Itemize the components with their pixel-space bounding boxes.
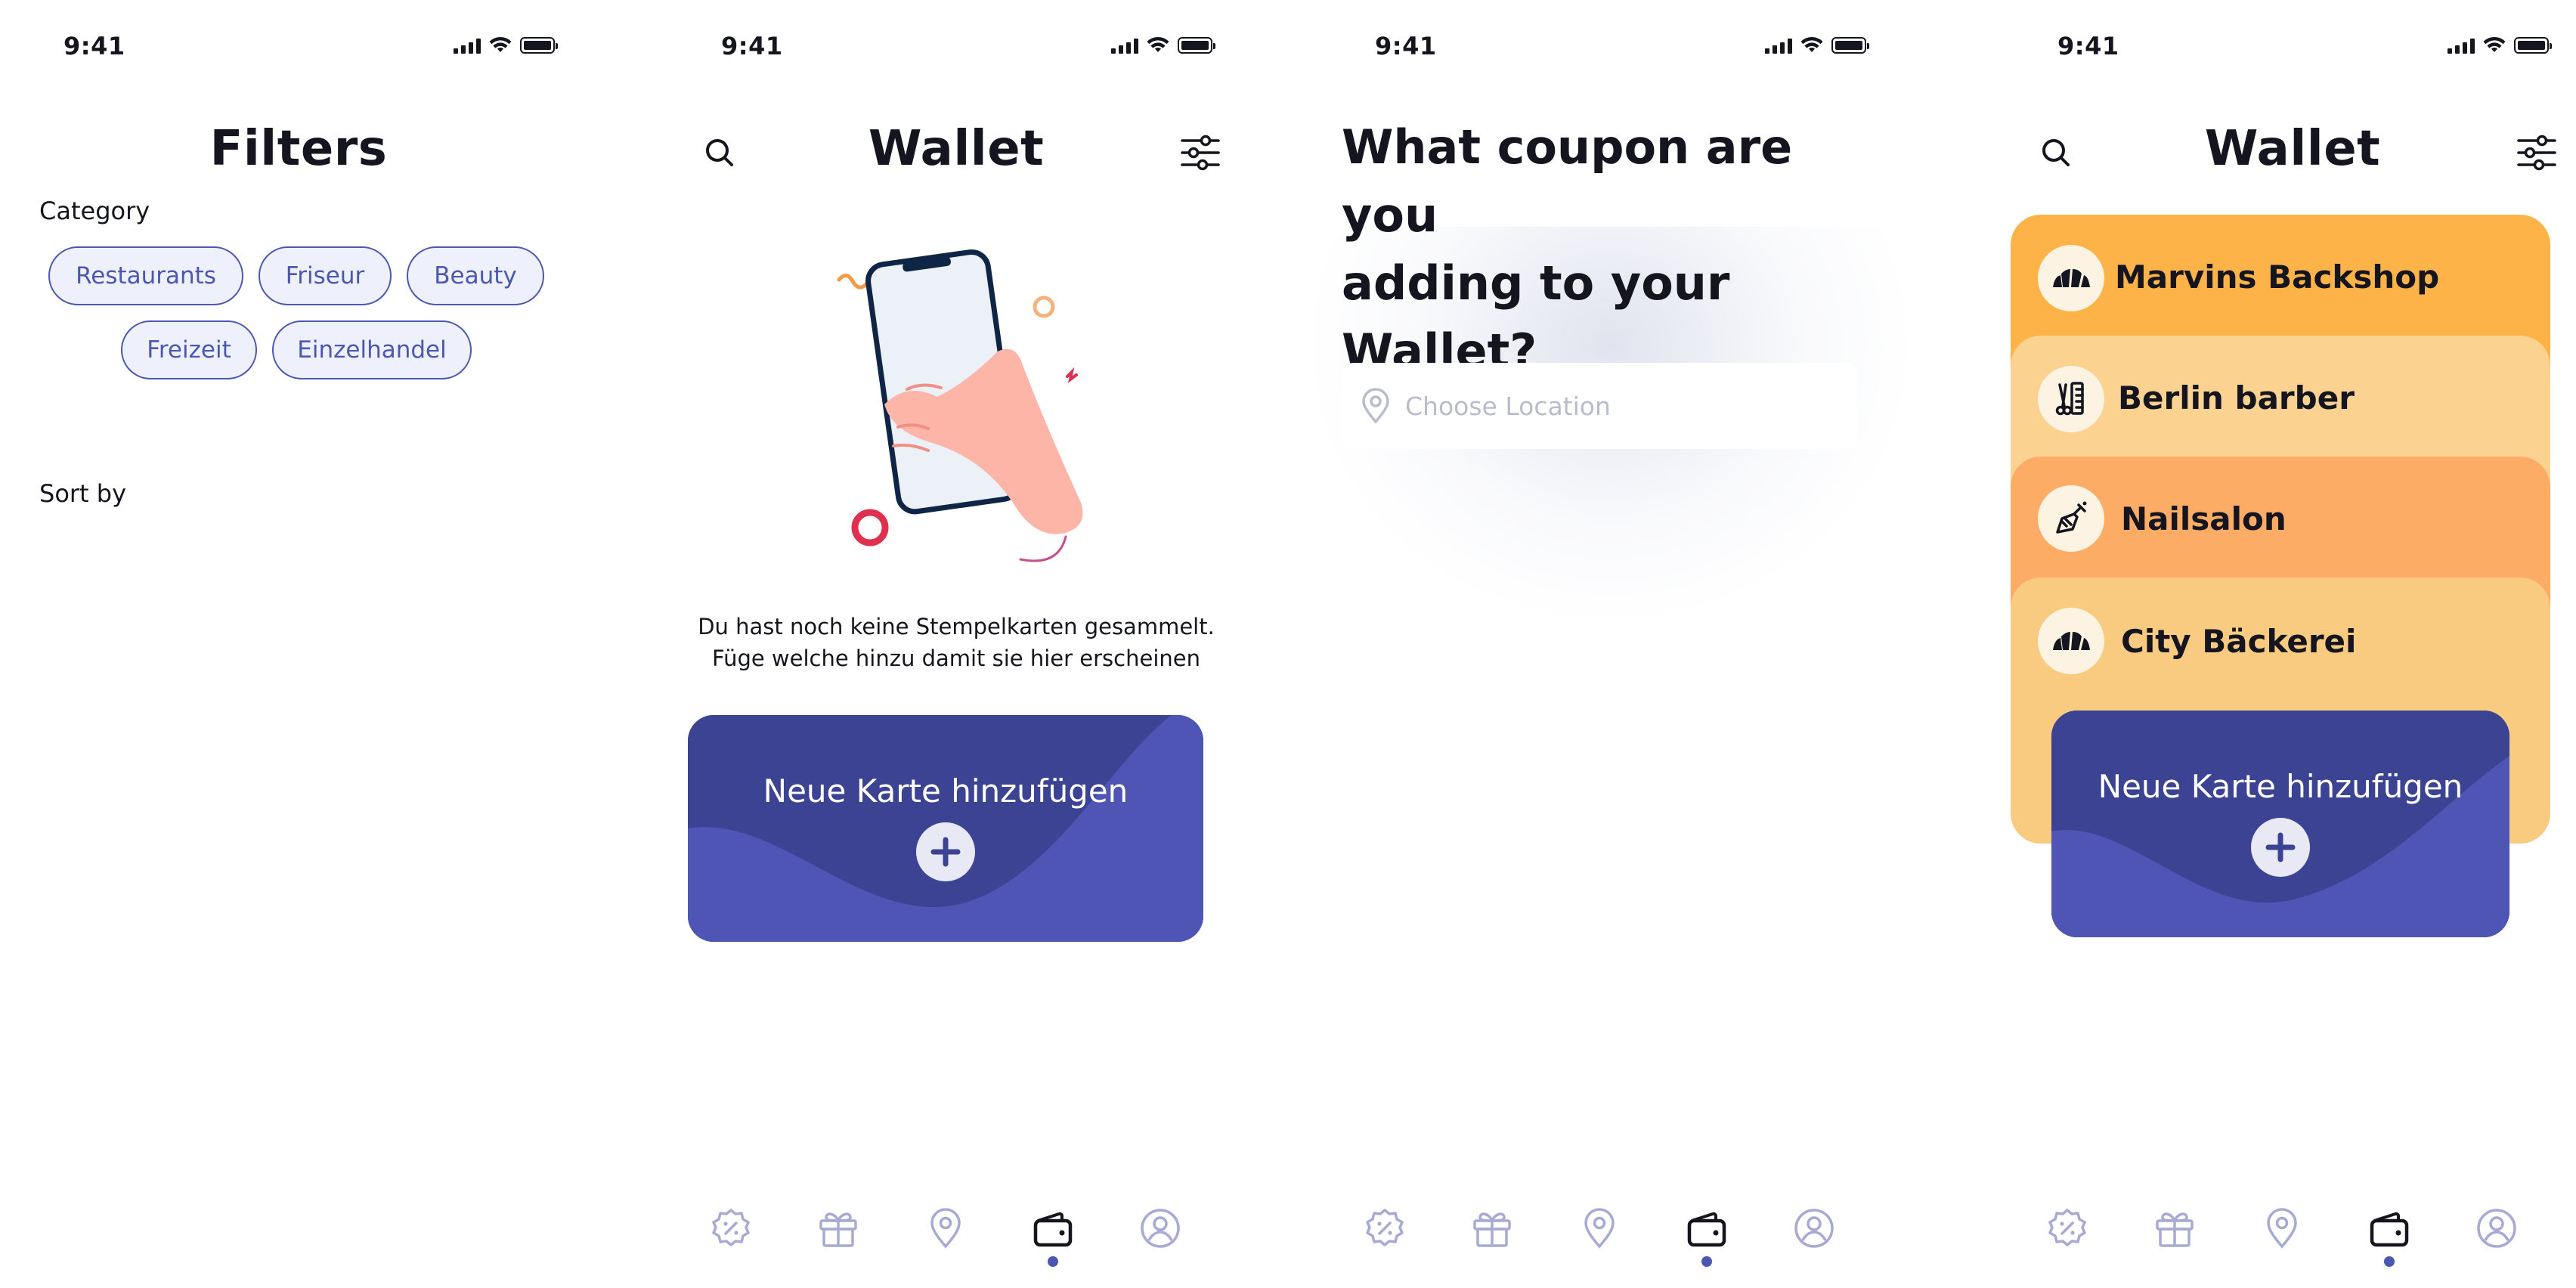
- nail-polish-icon: [2038, 485, 2104, 552]
- filter-button[interactable]: [2516, 132, 2558, 174]
- add-card-label: Neue Karte hinzufügen: [763, 772, 1129, 810]
- profile-icon: [1794, 1209, 1834, 1248]
- card-name: Marvins Backshop: [2115, 259, 2440, 296]
- discount-icon: [712, 1209, 750, 1246]
- cellular-signal-icon: [1111, 37, 1138, 54]
- coupon-question-heading: What coupon are you adding to your Walle…: [1342, 119, 1793, 379]
- filters-screen: 9:41 Filters Category Restaurants Friseu…: [0, 0, 597, 1288]
- cellular-signal-icon: [454, 37, 481, 54]
- tab-map[interactable]: [919, 1202, 972, 1255]
- wifi-icon: [1147, 36, 1169, 52]
- page-title: Wallet: [2204, 121, 2381, 177]
- status-time: 9:41: [63, 32, 125, 60]
- wallet-cards-screen: 9:41 Wallet Marvins Backshop Berlin barb…: [1994, 0, 2576, 1288]
- chip-beauty[interactable]: Beauty: [407, 246, 544, 305]
- filter-button[interactable]: [1179, 132, 1221, 174]
- card-name: Nailsalon: [2121, 500, 2287, 537]
- status-bar: 9:41: [0, 32, 597, 65]
- profile-icon: [2477, 1209, 2516, 1248]
- add-card-button[interactable]: Neue Karte hinzufügen: [688, 715, 1203, 942]
- tab-bar: [1311, 1202, 1909, 1277]
- add-card-button[interactable]: Neue Karte hinzufügen: [2051, 711, 2509, 937]
- profile-icon: [1141, 1209, 1180, 1248]
- location-input[interactable]: Choose Location: [1342, 363, 1857, 449]
- wallet-empty-screen: 9:41 Wallet Du hast noch keine Stempelka…: [658, 0, 1255, 1288]
- active-tab-indicator: [1701, 1256, 1712, 1267]
- chip-friseur[interactable]: Friseur: [259, 246, 392, 305]
- plus-icon: [2251, 818, 2310, 877]
- category-label: Category: [39, 197, 150, 225]
- tab-profile[interactable]: [2470, 1202, 2523, 1255]
- gift-icon: [2156, 1212, 2194, 1247]
- tab-profile[interactable]: [1134, 1202, 1187, 1255]
- status-bar: 9:41: [1994, 32, 2576, 65]
- tab-bar: [658, 1202, 1255, 1277]
- croissant-icon: [2038, 245, 2104, 311]
- tab-map[interactable]: [1573, 1202, 1626, 1255]
- wifi-icon: [2483, 36, 2506, 52]
- cellular-signal-icon: [1765, 37, 1792, 54]
- croissant-icon: [2038, 608, 2104, 674]
- wifi-icon: [489, 36, 512, 52]
- chip-einzelhandel[interactable]: Einzelhandel: [272, 320, 472, 379]
- tab-discounts[interactable]: [704, 1202, 757, 1255]
- location-pin-icon: [1584, 1208, 1615, 1249]
- location-pin-icon: [930, 1208, 961, 1249]
- battery-icon: [1831, 37, 1869, 54]
- tab-wallet[interactable]: [2363, 1202, 2416, 1267]
- page-title: Wallet: [868, 121, 1045, 177]
- status-bar: 9:41: [1311, 32, 1909, 65]
- status-time: 9:41: [2057, 32, 2119, 60]
- wallet-icon: [1687, 1212, 1726, 1247]
- tab-gifts[interactable]: [812, 1202, 865, 1255]
- sliders-icon: [1181, 135, 1220, 171]
- location-pin-icon: [2267, 1208, 2297, 1249]
- add-coupon-screen: 9:41 What coupon are you adding to your …: [1311, 0, 1909, 1288]
- chip-restaurants[interactable]: Restaurants: [48, 246, 243, 305]
- battery-icon: [520, 37, 558, 54]
- empty-wallet-illustration: [837, 249, 1083, 562]
- tab-wallet[interactable]: [1680, 1202, 1733, 1267]
- card-name: Berlin barber: [2118, 379, 2355, 416]
- wallet-icon: [1033, 1212, 1073, 1247]
- status-time: 9:41: [721, 32, 783, 60]
- gift-icon: [819, 1212, 857, 1247]
- tab-bar: [1994, 1202, 2576, 1277]
- chip-freizeit[interactable]: Freizeit: [121, 320, 257, 379]
- barber-tools-icon: [2038, 366, 2104, 432]
- empty-state-message: Du hast noch keine Stempelkarten gesamme…: [698, 614, 1215, 671]
- card-name: City Bäckerei: [2121, 623, 2357, 660]
- sort-by-label: Sort by: [39, 479, 127, 508]
- wallet-header: Wallet: [1994, 121, 2576, 181]
- page-title: Filters: [209, 121, 388, 177]
- wifi-icon: [1800, 36, 1823, 52]
- tab-map[interactable]: [2256, 1202, 2308, 1255]
- add-card-label: Neue Karte hinzufügen: [2098, 768, 2463, 805]
- status-time: 9:41: [1375, 32, 1437, 60]
- plus-icon: [916, 822, 975, 881]
- active-tab-indicator: [1048, 1256, 1058, 1267]
- tab-discounts[interactable]: [1358, 1202, 1411, 1255]
- wallet-header: Wallet: [658, 121, 1255, 181]
- gift-icon: [1473, 1212, 1511, 1247]
- discount-icon: [2048, 1209, 2086, 1246]
- tab-discounts[interactable]: [2041, 1202, 2094, 1255]
- tab-wallet[interactable]: [1026, 1202, 1079, 1267]
- status-bar: 9:41: [658, 32, 1255, 65]
- battery-icon: [1178, 37, 1215, 54]
- tab-gifts[interactable]: [2148, 1202, 2201, 1255]
- location-pin-icon: [1362, 388, 1389, 424]
- location-placeholder: Choose Location: [1405, 391, 1611, 421]
- tab-gifts[interactable]: [1466, 1202, 1519, 1255]
- battery-icon: [2514, 37, 2552, 54]
- cellular-signal-icon: [2448, 37, 2475, 54]
- active-tab-indicator: [2384, 1256, 2395, 1267]
- sliders-icon: [2517, 135, 2556, 171]
- discount-icon: [1366, 1209, 1404, 1246]
- filters-header: Filters: [0, 121, 597, 181]
- wallet-icon: [2370, 1212, 2409, 1247]
- tab-profile[interactable]: [1788, 1202, 1841, 1255]
